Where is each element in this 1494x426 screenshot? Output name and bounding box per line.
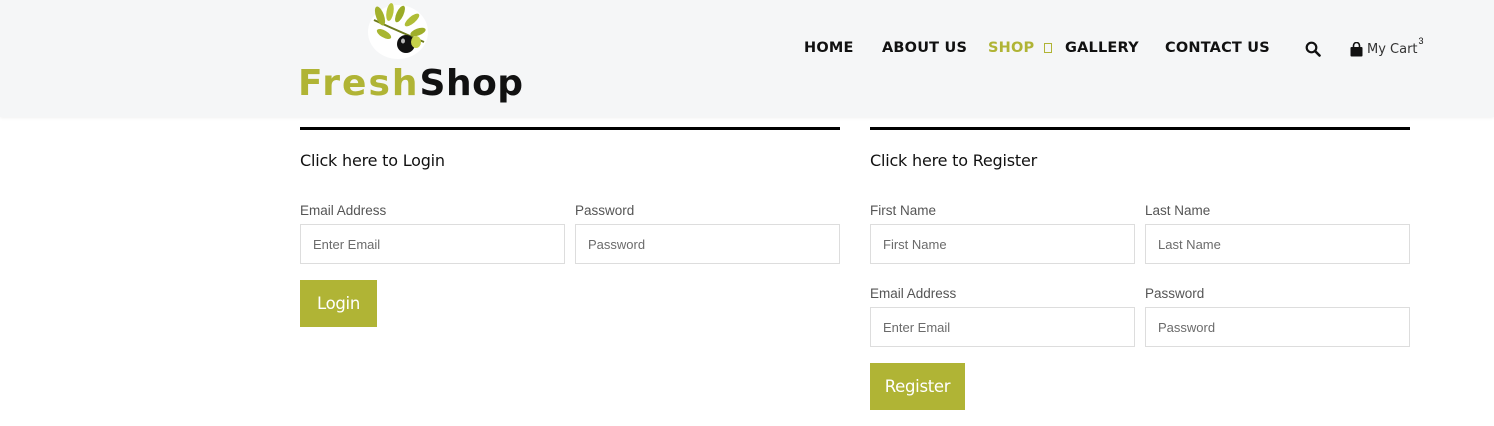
freshshop-logo[interactable]: FreshShop (298, 2, 523, 107)
olive-branch-logo-icon (368, 3, 428, 59)
nav-shop[interactable]: SHOP (988, 40, 1053, 56)
login-panel-divider (300, 127, 840, 130)
login-panel: Click here to Login Email Address Passwo… (300, 127, 840, 327)
nav-contact-us[interactable]: CONTACT US (1165, 40, 1270, 56)
register-title[interactable]: Click here to Register (870, 151, 1037, 170)
login-button[interactable]: Login (300, 280, 377, 327)
login-email-label: Email Address (300, 203, 387, 218)
my-cart-link[interactable]: My Cart 3 (1350, 36, 1424, 60)
login-email-input[interactable] (300, 224, 565, 264)
cart-label: My Cart (1367, 42, 1418, 57)
register-first-name-input[interactable] (870, 224, 1135, 264)
shopping-bag-icon (1350, 42, 1363, 57)
register-panel-divider (870, 127, 1410, 130)
register-email-input[interactable] (870, 307, 1135, 347)
login-password-input[interactable] (575, 224, 840, 264)
register-password-input[interactable] (1145, 307, 1410, 347)
logo-wordmark: FreshShop (298, 64, 524, 104)
register-email-label: Email Address (870, 286, 957, 301)
register-button[interactable]: Register (870, 363, 965, 410)
register-last-name-label: Last Name (1145, 203, 1211, 218)
register-first-name-label: First Name (870, 203, 937, 218)
nav-about-us[interactable]: ABOUT US (882, 40, 967, 56)
logo-fresh-text: Fresh (298, 63, 420, 104)
cart-count-badge: 3 (1418, 36, 1424, 46)
dropdown-caret-icon (1044, 43, 1053, 53)
search-icon[interactable] (1305, 41, 1321, 57)
register-panel: Click here to Register First Name Last N… (870, 127, 1410, 410)
register-last-name-input[interactable] (1145, 224, 1410, 264)
register-password-label: Password (1145, 286, 1205, 301)
nav-home[interactable]: HOME (804, 40, 854, 56)
login-password-label: Password (575, 203, 635, 218)
site-header: FreshShop HOME ABOUT US SHOP GALLERY CON… (0, 0, 1494, 117)
nav-gallery[interactable]: GALLERY (1065, 40, 1139, 56)
logo-shop-text: Shop (419, 63, 524, 104)
login-title[interactable]: Click here to Login (300, 151, 445, 170)
nav-shop-label: SHOP (988, 40, 1035, 56)
